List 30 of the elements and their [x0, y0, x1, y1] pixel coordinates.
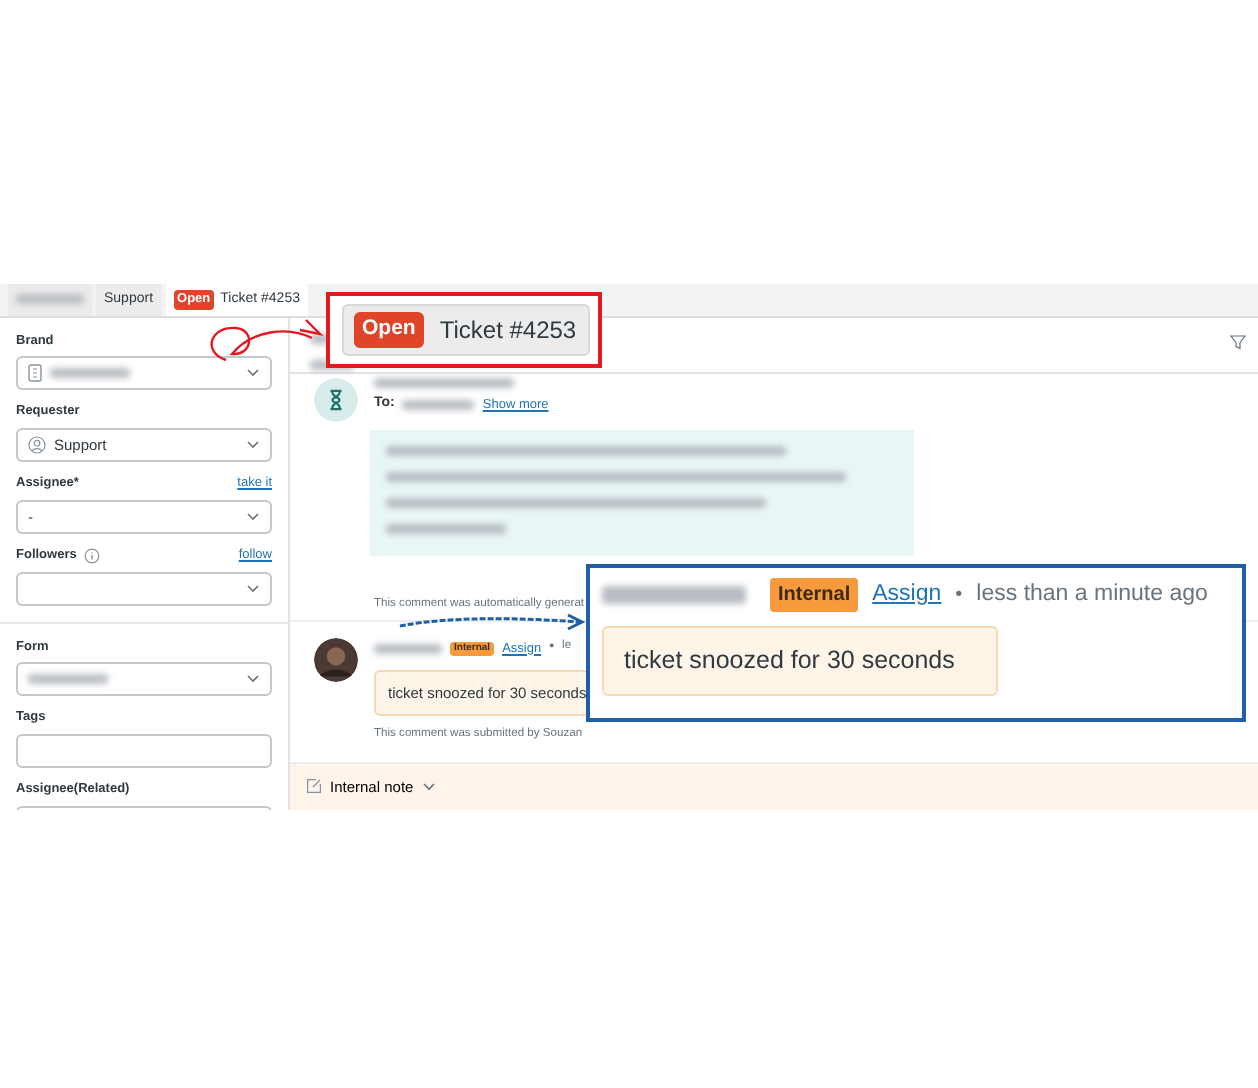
- chevron-icon: [246, 674, 260, 685]
- chevron-icon: [246, 440, 260, 450]
- separator-dot: •: [955, 582, 963, 611]
- select-field[interactable]: [16, 662, 272, 697]
- redacted-text: [386, 523, 506, 534]
- redacted-text: [602, 586, 746, 605]
- internal-badge: Internal: [770, 578, 859, 613]
- redacted-text: [374, 644, 442, 655]
- redacted-text: [374, 378, 514, 389]
- avatar-icon: [314, 378, 358, 423]
- redacted-text: [402, 399, 475, 410]
- timestamp: less than a minute ago: [976, 580, 1208, 610]
- avatar: [314, 638, 358, 683]
- assign-link[interactable]: Assign: [872, 578, 942, 613]
- select-field[interactable]: [16, 356, 272, 391]
- note-icon: [306, 778, 322, 795]
- input-field[interactable]: [16, 734, 272, 768]
- chevron-icon: [246, 583, 260, 593]
- comment-bubble: ticket snoozed for 30 seconds: [602, 626, 998, 696]
- chevron-icon: [421, 781, 436, 792]
- chevron-icon: [246, 511, 260, 522]
- person-icon: [28, 436, 46, 454]
- info-icon[interactable]: [84, 547, 101, 564]
- tab[interactable]: [8, 284, 92, 315]
- filter-icon[interactable]: [1230, 333, 1246, 349]
- select-field[interactable]: [16, 571, 272, 605]
- status-badge: Open: [354, 312, 424, 348]
- chevron-icon: [246, 368, 260, 379]
- tab-label: Ticket #4253: [439, 314, 577, 348]
- redacted-text: [16, 294, 84, 305]
